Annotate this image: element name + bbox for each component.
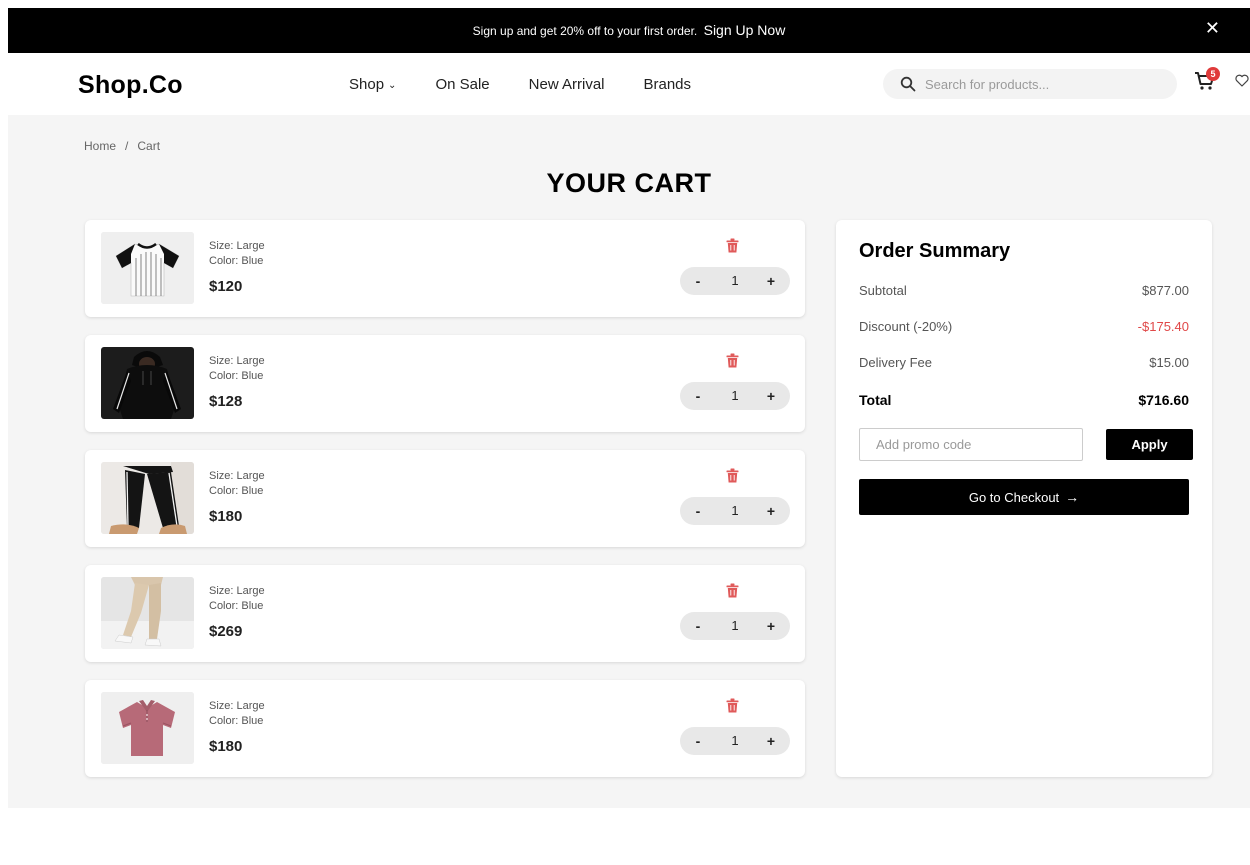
cart-count-badge: 5 (1206, 67, 1220, 81)
total-row: Total $716.60 (859, 392, 1189, 408)
promo-bar: Sign up and get 20% off to your first or… (8, 8, 1250, 53)
cart-item: Size: Large Color: Blue $128 - 1 + (85, 335, 805, 432)
delivery-fee-value: $15.00 (1149, 355, 1189, 370)
page-title: YOUR CART (546, 168, 712, 198)
increase-quantity-button[interactable]: + (762, 386, 780, 406)
search-bar (883, 69, 1177, 99)
cart-page: Home / Cart YOUR CART Size: Large Color:… (8, 115, 1250, 808)
quantity-value: 1 (731, 733, 739, 748)
item-size: Size: Large (209, 355, 265, 367)
trash-icon[interactable] (726, 468, 739, 483)
order-summary-title: Order Summary (859, 240, 1011, 262)
discount-row: Discount (-20%) -$175.40 (859, 319, 1189, 334)
sign-up-link[interactable]: Sign Up Now (704, 22, 786, 38)
item-price: $180 (209, 508, 243, 525)
item-color: Color: Blue (209, 255, 264, 267)
logo[interactable]: Shop.Co (78, 71, 183, 100)
quantity-value: 1 (731, 273, 739, 288)
site-header: Shop.Co Shop ⌄ On Sale New Arrival Brands… (8, 53, 1250, 115)
product-image-black-hoodie[interactable] (101, 347, 194, 419)
quantity-stepper: - 1 + (680, 727, 790, 755)
nav-shop-label: Shop (349, 76, 385, 93)
decrease-quantity-button[interactable]: - (689, 731, 707, 751)
trash-icon[interactable] (726, 698, 739, 713)
quantity-value: 1 (731, 503, 739, 518)
close-icon[interactable]: ✕ (1205, 18, 1220, 38)
apply-promo-button[interactable]: Apply (1106, 429, 1193, 460)
nav-shop[interactable]: Shop ⌄ (349, 76, 396, 93)
discount-value: -$175.40 (1137, 319, 1189, 334)
breadcrumb: Home / Cart (84, 139, 160, 153)
product-image-striped-raglan-tshirt[interactable] (101, 232, 194, 304)
item-color: Color: Blue (209, 715, 264, 727)
cart-items-list: Size: Large Color: Blue $120 - 1 + Size:… (85, 220, 805, 795)
quantity-stepper: - 1 + (680, 612, 790, 640)
item-price: $180 (209, 738, 243, 755)
promo-text: Sign up and get 20% off to your first or… (472, 24, 698, 38)
main-nav: Shop ⌄ On Sale New Arrival Brands (349, 76, 730, 93)
quantity-stepper: - 1 + (680, 382, 790, 410)
item-size: Size: Large (209, 470, 265, 482)
subtotal-row: Subtotal $877.00 (859, 283, 1189, 298)
breadcrumb-home[interactable]: Home (84, 139, 116, 153)
breadcrumb-separator: / (125, 139, 129, 153)
quantity-stepper: - 1 + (680, 497, 790, 525)
delivery-fee-label: Delivery Fee (859, 355, 932, 370)
cart-item: Size: Large Color: Blue $180 - 1 + (85, 450, 805, 547)
promo-message: Sign up and get 20% off to your first or… (8, 22, 1250, 38)
checkout-label: Go to Checkout (968, 490, 1060, 505)
item-price: $128 (209, 393, 243, 410)
nav-new-arrival[interactable]: New Arrival (529, 76, 605, 93)
trash-icon[interactable] (726, 238, 739, 253)
nav-brands[interactable]: Brands (644, 76, 692, 93)
search-input[interactable] (925, 74, 1165, 94)
arrow-right-icon: → (1065, 489, 1080, 505)
increase-quantity-button[interactable]: + (762, 271, 780, 291)
product-image-pink-polo-shirt[interactable] (101, 692, 194, 764)
product-image-beige-joggers[interactable] (101, 577, 194, 649)
increase-quantity-button[interactable]: + (762, 616, 780, 636)
item-price: $269 (209, 623, 243, 640)
nav-on-sale[interactable]: On Sale (435, 76, 489, 93)
subtotal-label: Subtotal (859, 283, 907, 298)
item-price: $120 (209, 278, 243, 295)
quantity-stepper: - 1 + (680, 267, 790, 295)
trash-icon[interactable] (726, 353, 739, 368)
item-color: Color: Blue (209, 370, 264, 382)
decrease-quantity-button[interactable]: - (689, 501, 707, 521)
decrease-quantity-button[interactable]: - (689, 386, 707, 406)
cart-item: Size: Large Color: Blue $269 - 1 + (85, 565, 805, 662)
quantity-value: 1 (731, 388, 739, 403)
delivery-fee-row: Delivery Fee $15.00 (859, 355, 1189, 370)
subtotal-value: $877.00 (1142, 283, 1189, 298)
order-summary: Order Summary Subtotal $877.00 Discount … (836, 220, 1212, 777)
search-icon[interactable] (900, 76, 916, 92)
item-size: Size: Large (209, 700, 265, 712)
quantity-value: 1 (731, 618, 739, 633)
cart-item: Size: Large Color: Blue $120 - 1 + (85, 220, 805, 317)
total-value: $716.60 (1138, 392, 1189, 408)
trash-icon[interactable] (726, 583, 739, 598)
increase-quantity-button[interactable]: + (762, 501, 780, 521)
increase-quantity-button[interactable]: + (762, 731, 780, 751)
decrease-quantity-button[interactable]: - (689, 616, 707, 636)
product-image-black-track-pants[interactable] (101, 462, 194, 534)
breadcrumb-current: Cart (137, 139, 161, 153)
cart-item: Size: Large Color: Blue $180 - 1 + (85, 680, 805, 777)
heart-icon[interactable] (1235, 74, 1249, 87)
item-color: Color: Blue (209, 600, 264, 612)
go-to-checkout-button[interactable]: Go to Checkout → (859, 479, 1189, 515)
item-color: Color: Blue (209, 485, 264, 497)
item-size: Size: Large (209, 585, 265, 597)
decrease-quantity-button[interactable]: - (689, 271, 707, 291)
discount-label: Discount (-20%) (859, 319, 953, 334)
promo-code-input[interactable] (859, 428, 1083, 461)
item-size: Size: Large (209, 240, 265, 252)
chevron-down-icon: ⌄ (388, 80, 397, 91)
total-label: Total (859, 392, 892, 408)
